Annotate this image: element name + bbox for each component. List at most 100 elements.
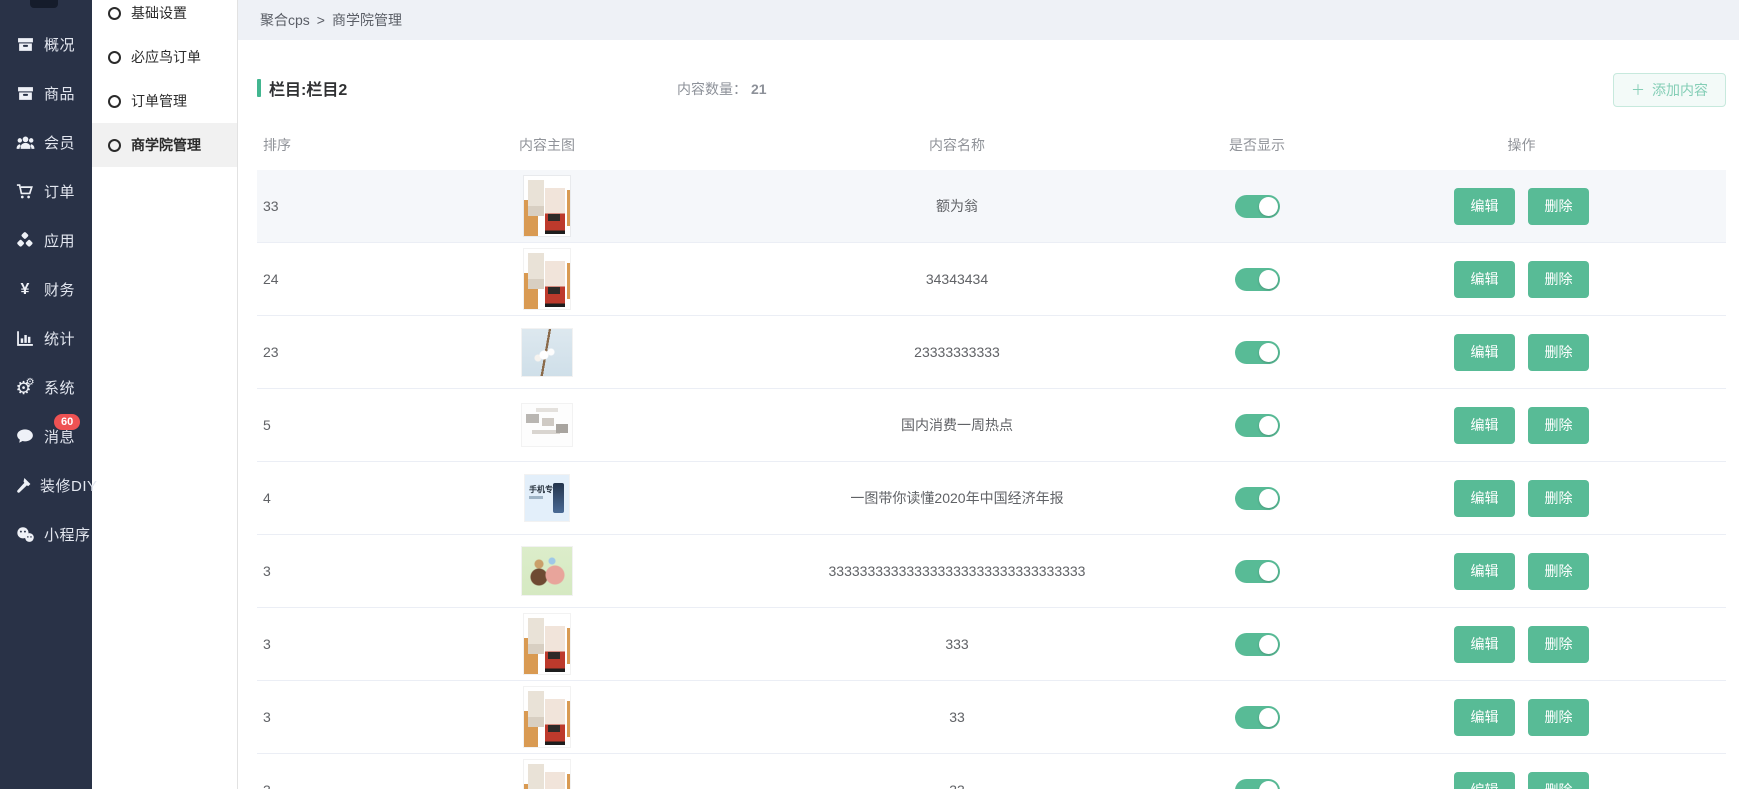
circle-icon (108, 7, 121, 20)
content-name: 33 (717, 709, 1197, 725)
table-row: 2434343434编辑删除 (257, 243, 1726, 316)
delete-button[interactable]: 删除 (1528, 480, 1589, 517)
sidebar-item-5[interactable]: 应用 (0, 216, 92, 265)
sidebar-item-1[interactable]: 概况 (0, 20, 92, 69)
delete-button[interactable]: 删除 (1528, 553, 1589, 590)
sub-nav: 基础设置必应鸟订单订单管理商学院管理 (92, 0, 237, 167)
content-count-value: 21 (751, 81, 767, 97)
toggle-knob (1259, 197, 1278, 216)
toggle-knob (1259, 416, 1278, 435)
submenu-item-2[interactable]: 必应鸟订单 (92, 35, 237, 79)
breadcrumb-current: 商学院管理 (332, 10, 402, 30)
users-icon (14, 134, 36, 151)
submenu-item-3[interactable]: 订单管理 (92, 79, 237, 123)
delete-button[interactable]: 删除 (1528, 334, 1589, 371)
delete-button[interactable]: 删除 (1528, 407, 1589, 444)
sidebar-item-8[interactable]: ⚙⚙系统 (0, 363, 92, 412)
edit-button[interactable]: 编辑 (1454, 699, 1515, 736)
sidebar-item-10[interactable]: 装修DIY (0, 461, 92, 510)
thumbnail-image (524, 176, 570, 236)
add-content-label: 添加内容 (1652, 80, 1708, 100)
breadcrumb-root[interactable]: 聚合cps (260, 10, 310, 30)
submenu-item-4[interactable]: 商学院管理 (92, 123, 237, 167)
edit-button[interactable]: 编辑 (1454, 407, 1515, 444)
content-name: 国内消费一周热点 (717, 415, 1197, 435)
table-row: 2323333333333编辑删除 (257, 316, 1726, 389)
thumbnail-image (524, 249, 570, 309)
edit-button[interactable]: 编辑 (1454, 334, 1515, 371)
edit-button[interactable]: 编辑 (1454, 772, 1515, 789)
sidebar-item-label: 财务 (44, 279, 75, 300)
sort-value: 3 (257, 563, 377, 579)
sidebar-item-6[interactable]: ¥ 财务 (0, 265, 92, 314)
visibility-toggle[interactable] (1235, 414, 1280, 437)
visibility-toggle[interactable] (1235, 560, 1280, 583)
table-body: 33额为翁编辑删除2434343434编辑删除2323333333333编辑删除… (257, 170, 1726, 789)
column-header: 排序 (257, 135, 377, 155)
sort-value: 24 (257, 271, 377, 287)
table-row: 3333编辑删除 (257, 608, 1726, 681)
sidebar-item-label: 系统 (44, 377, 75, 398)
add-content-button[interactable]: ＋ 添加内容 (1613, 73, 1726, 107)
sort-value: 4 (257, 490, 377, 506)
sidebar-item-7[interactable]: 统计 (0, 314, 92, 363)
column-header: 内容名称 (717, 135, 1197, 155)
toggle-knob (1259, 343, 1278, 362)
visibility-toggle[interactable] (1235, 706, 1280, 729)
thumbnail-image (522, 404, 572, 446)
cart-icon (14, 183, 36, 200)
sidebar-item-label: 概况 (44, 34, 75, 55)
circle-icon (108, 95, 121, 108)
edit-button[interactable]: 编辑 (1454, 626, 1515, 663)
message-count-badge: 60 (54, 414, 80, 430)
edit-button[interactable]: 编辑 (1454, 553, 1515, 590)
content-name: 一图带你读懂2020年中国经济年报 (717, 488, 1197, 508)
submenu-item-label: 必应鸟订单 (131, 47, 201, 67)
submenu-item-label: 订单管理 (131, 91, 187, 111)
table-row: 333编辑删除 (257, 681, 1726, 754)
thumbnail-image: 手机专区 (525, 475, 569, 521)
sidebar-item-2[interactable]: 商品 (0, 69, 92, 118)
delete-button[interactable]: 删除 (1528, 188, 1589, 225)
delete-button[interactable]: 删除 (1528, 699, 1589, 736)
content-name: 333 (717, 636, 1197, 652)
sidebar-item-label: 订单 (44, 181, 75, 202)
sidebar-item-4[interactable]: 订单 (0, 167, 92, 216)
visibility-toggle[interactable] (1235, 341, 1280, 364)
edit-button[interactable]: 编辑 (1454, 188, 1515, 225)
phone-graphic (553, 483, 564, 513)
content-name: 33 (717, 782, 1197, 789)
comment-icon (14, 428, 36, 445)
title-accent-bar (257, 79, 261, 97)
toggle-knob (1259, 489, 1278, 508)
delete-button[interactable]: 删除 (1528, 261, 1589, 298)
visibility-toggle[interactable] (1235, 268, 1280, 291)
delete-button[interactable]: 删除 (1528, 772, 1589, 789)
submenu-item-1[interactable]: 基础设置 (92, 0, 237, 35)
visibility-toggle[interactable] (1235, 633, 1280, 656)
sort-value: 33 (257, 198, 377, 214)
visibility-toggle[interactable] (1235, 487, 1280, 510)
main-sidebar: 概况商品会员订单应用 ¥ 财务统计 ⚙⚙系统消息60装修DIY 小程序 (0, 0, 92, 789)
sidebar-item-11[interactable]: 小程序 (0, 510, 92, 559)
yen-icon: ¥ (14, 281, 36, 299)
edit-button[interactable]: 编辑 (1454, 480, 1515, 517)
sidebar-item-label: 小程序 (44, 524, 91, 545)
table-row: 5国内消费一周热点编辑删除 (257, 389, 1726, 462)
archive-icon (14, 85, 36, 102)
submenu-item-label: 商学院管理 (131, 135, 201, 155)
sidebar-item-9[interactable]: 消息60 (0, 412, 92, 461)
visibility-toggle[interactable] (1235, 195, 1280, 218)
content-count: 内容数量：21 (677, 79, 767, 99)
sort-value: 3 (257, 709, 377, 725)
delete-button[interactable]: 删除 (1528, 626, 1589, 663)
sidebar-item-label: 统计 (44, 328, 75, 349)
table-header-row: 排序内容主图内容名称是否显示操作 (257, 120, 1726, 170)
page-title: 栏目:栏目2 (269, 76, 347, 100)
visibility-toggle[interactable] (1235, 779, 1280, 789)
column-header: 操作 (1317, 135, 1726, 155)
sidebar-item-3[interactable]: 会员 (0, 118, 92, 167)
plus-icon: ＋ (1631, 80, 1645, 100)
edit-button[interactable]: 编辑 (1454, 261, 1515, 298)
toggle-knob (1259, 635, 1278, 654)
